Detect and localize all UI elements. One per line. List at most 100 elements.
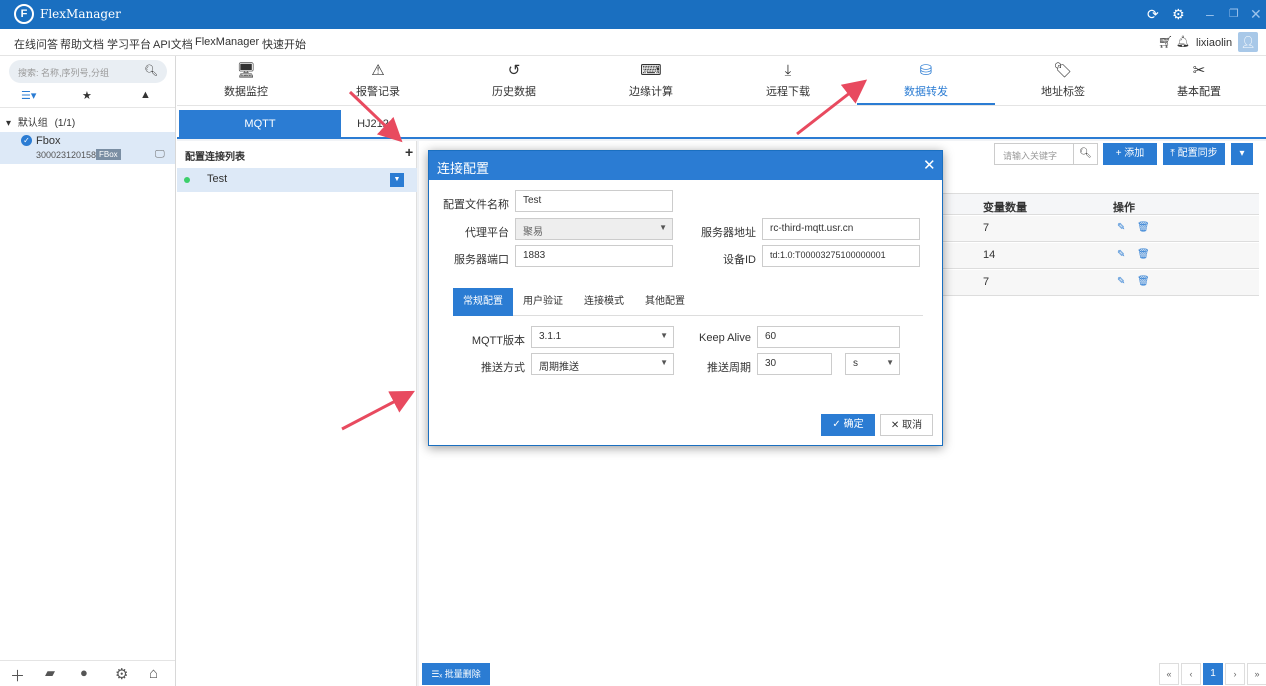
tool-edge-computing[interactable]: ⌨︎ 边缘计算 xyxy=(582,56,720,105)
server-address-input[interactable]: rc-third-mqtt.usr.cn xyxy=(762,218,920,240)
tab-hj212[interactable]: HJ212 xyxy=(341,110,405,139)
table-row[interactable]: 14 ✎ 🗑︎ xyxy=(919,243,1259,269)
proxy-platform-label: 代理平台 xyxy=(465,227,509,239)
tool-label: 边缘计算 xyxy=(629,86,673,98)
tool-history-data[interactable]: ↺ 历史数据 xyxy=(445,56,583,105)
keep-alive-input[interactable]: 60 xyxy=(757,326,900,348)
tool-label: 数据监控 xyxy=(224,86,268,98)
mqtt-version-select[interactable]: 3.1.1 ▼ xyxy=(531,326,674,348)
tab-connection-mode[interactable]: 连接模式 xyxy=(575,288,633,316)
tab-mqtt[interactable]: MQTT xyxy=(179,110,341,139)
trash-icon[interactable]: 🗑︎ xyxy=(1137,249,1150,260)
add-icon[interactable]: ＋ xyxy=(10,665,25,686)
remote-icon[interactable]: 🖵 xyxy=(155,149,165,160)
tools-icon: ✂︎ xyxy=(1192,62,1206,79)
sidebar-tabs: ☰▾ ★ ▲ xyxy=(0,86,175,108)
next-page-icon[interactable]: › xyxy=(1225,663,1245,685)
user-icon[interactable]: ● xyxy=(80,665,88,680)
device-search-input[interactable]: 搜索: 名称,序列号,分组 🔍︎ xyxy=(9,60,167,83)
protocol-tabs: MQTT HJ212 xyxy=(177,106,1266,139)
tool-basic-config[interactable]: ✂︎ 基本配置 xyxy=(1130,56,1266,105)
upload-icon: ⤒ xyxy=(1170,148,1175,159)
settings-icon[interactable]: ⚙ xyxy=(115,665,128,683)
table-row[interactable]: 7 ✎ 🗑︎ xyxy=(919,270,1259,296)
warning-icon[interactable]: ▲ xyxy=(140,89,151,101)
menu-online-qa[interactable]: 在线问答 xyxy=(14,36,58,52)
device-id-input[interactable]: td:1.0:T00003275100000001 xyxy=(762,245,920,267)
group-count: (1/1) xyxy=(54,118,76,129)
tab-other-config[interactable]: 其他配置 xyxy=(637,288,693,316)
restore-icon[interactable]: ❐ xyxy=(1229,5,1239,23)
menu-learning-platform[interactable]: 学习平台 xyxy=(107,36,151,52)
push-period-input[interactable]: 30 xyxy=(757,353,832,375)
connection-item[interactable]: Test ▼ xyxy=(177,168,417,192)
batch-delete-button[interactable]: ☰ₓ 批量删除 xyxy=(422,663,490,685)
config-name-input[interactable]: Test xyxy=(515,190,673,212)
push-unit-select[interactable]: s ▼ xyxy=(845,353,900,375)
menu-bar: 在线问答 帮助文档 学习平台 API文档 FlexManager 快速开始 🛒︎… xyxy=(0,29,1266,56)
keyword-search-input[interactable]: 请输入关键字 xyxy=(994,143,1074,165)
device-id-label: 设备ID xyxy=(723,254,756,266)
menu-quick-start[interactable]: 快速开始 xyxy=(262,36,306,52)
tool-alarm-records[interactable]: ⚠︎ 报警记录 xyxy=(309,56,447,105)
mqtt-version-label: MQTT版本 xyxy=(471,335,525,347)
tool-data-forwarding[interactable]: ⛁ 数据转发 xyxy=(857,56,995,105)
trash-icon[interactable]: 🗑︎ xyxy=(1137,276,1150,287)
push-mode-select[interactable]: 周期推送 ▼ xyxy=(531,353,674,375)
group-row[interactable]: ▾ 默认组 (1/1) xyxy=(6,114,75,129)
avatar[interactable]: 👤︎ xyxy=(1238,32,1258,52)
code-icon: ⌨︎ xyxy=(640,62,662,79)
batch-delete-label: 批量删除 xyxy=(444,669,481,679)
menu-api-docs[interactable]: API文档 xyxy=(153,36,193,52)
close-icon[interactable]: ✕ xyxy=(923,156,936,174)
gear-icon[interactable]: ⚙ xyxy=(1172,5,1185,23)
star-icon[interactable]: ★ xyxy=(82,89,92,102)
menu-flexmanager[interactable]: FlexManager xyxy=(195,36,259,48)
pencil-icon[interactable]: ✎ xyxy=(1117,249,1125,260)
table-row[interactable]: 7 ✎ 🗑︎ xyxy=(919,216,1259,242)
folder-icon[interactable]: ▰ xyxy=(45,665,55,681)
ok-button[interactable]: ✓ 确定 xyxy=(821,414,875,436)
pencil-icon[interactable]: ✎ xyxy=(1117,276,1125,287)
cart-icon[interactable]: 🛒︎ xyxy=(1158,35,1173,49)
add-button[interactable]: + 添加 xyxy=(1103,143,1157,165)
connection-name: Test xyxy=(207,173,228,185)
search-icon[interactable]: 🔍︎ xyxy=(144,64,158,77)
table-header: 变量数量 操作 xyxy=(919,193,1259,215)
trash-icon[interactable]: 🗑︎ xyxy=(1137,222,1150,233)
menu-help-docs[interactable]: 帮助文档 xyxy=(60,36,104,52)
first-page-icon[interactable]: « xyxy=(1159,663,1179,685)
tool-address-tags[interactable]: 🏷︎ 地址标签 xyxy=(994,56,1132,105)
cancel-button[interactable]: ✕ 取消 xyxy=(880,414,933,436)
check-circle-icon: ✓ xyxy=(21,135,32,146)
current-page[interactable]: 1 xyxy=(1203,663,1223,685)
minimize-icon[interactable]: – xyxy=(1206,5,1214,23)
alarm-icon: ⚠︎ xyxy=(371,62,385,79)
chevron-down-icon[interactable]: ▼ xyxy=(390,173,404,187)
username[interactable]: lixiaolin xyxy=(1196,37,1232,49)
device-item-fbox[interactable]: ✓ Fbox 300023120158 FBox 🖵 xyxy=(0,132,175,164)
proxy-platform-select[interactable]: 聚易 ▼ xyxy=(515,218,673,240)
add-connection-button[interactable]: + xyxy=(405,144,413,160)
bell-icon[interactable]: 🔔︎ xyxy=(1176,35,1190,48)
pencil-icon[interactable]: ✎ xyxy=(1117,222,1125,233)
title-bar: F FlexManager ⟳ ⚙ – ❐ ✕ xyxy=(0,0,1266,29)
search-icon[interactable]: 🔍︎ xyxy=(1074,143,1098,165)
close-icon[interactable]: ✕ xyxy=(1250,5,1262,23)
monitor-icon: 🖥︎ xyxy=(236,62,256,79)
tab-user-auth[interactable]: 用户验证 xyxy=(515,288,571,316)
tool-remote-download[interactable]: ⤓ 远程下载 xyxy=(719,56,857,105)
prev-page-icon[interactable]: ‹ xyxy=(1181,663,1201,685)
checkmark-icon: ✓ xyxy=(832,419,841,430)
home-icon[interactable]: ⌂ xyxy=(149,665,158,682)
sync-config-button[interactable]: ⤒ 配置同步 xyxy=(1163,143,1225,165)
tab-general-config[interactable]: 常规配置 xyxy=(453,288,513,316)
server-port-label: 服务器端口 xyxy=(454,254,509,266)
server-port-input[interactable]: 1883 xyxy=(515,245,673,267)
last-page-icon[interactable]: » xyxy=(1247,663,1266,685)
tool-data-monitor[interactable]: 🖥︎ 数据监控 xyxy=(177,56,315,105)
device-sidebar: 搜索: 名称,序列号,分组 🔍︎ ☰▾ ★ ▲ ▾ 默认组 (1/1) ✓ Fb… xyxy=(0,56,176,686)
list-view-icon[interactable]: ☰▾ xyxy=(21,89,36,102)
more-dropdown-button[interactable]: ▾ xyxy=(1231,143,1253,165)
refresh-icon[interactable]: ⟳ xyxy=(1147,5,1159,23)
